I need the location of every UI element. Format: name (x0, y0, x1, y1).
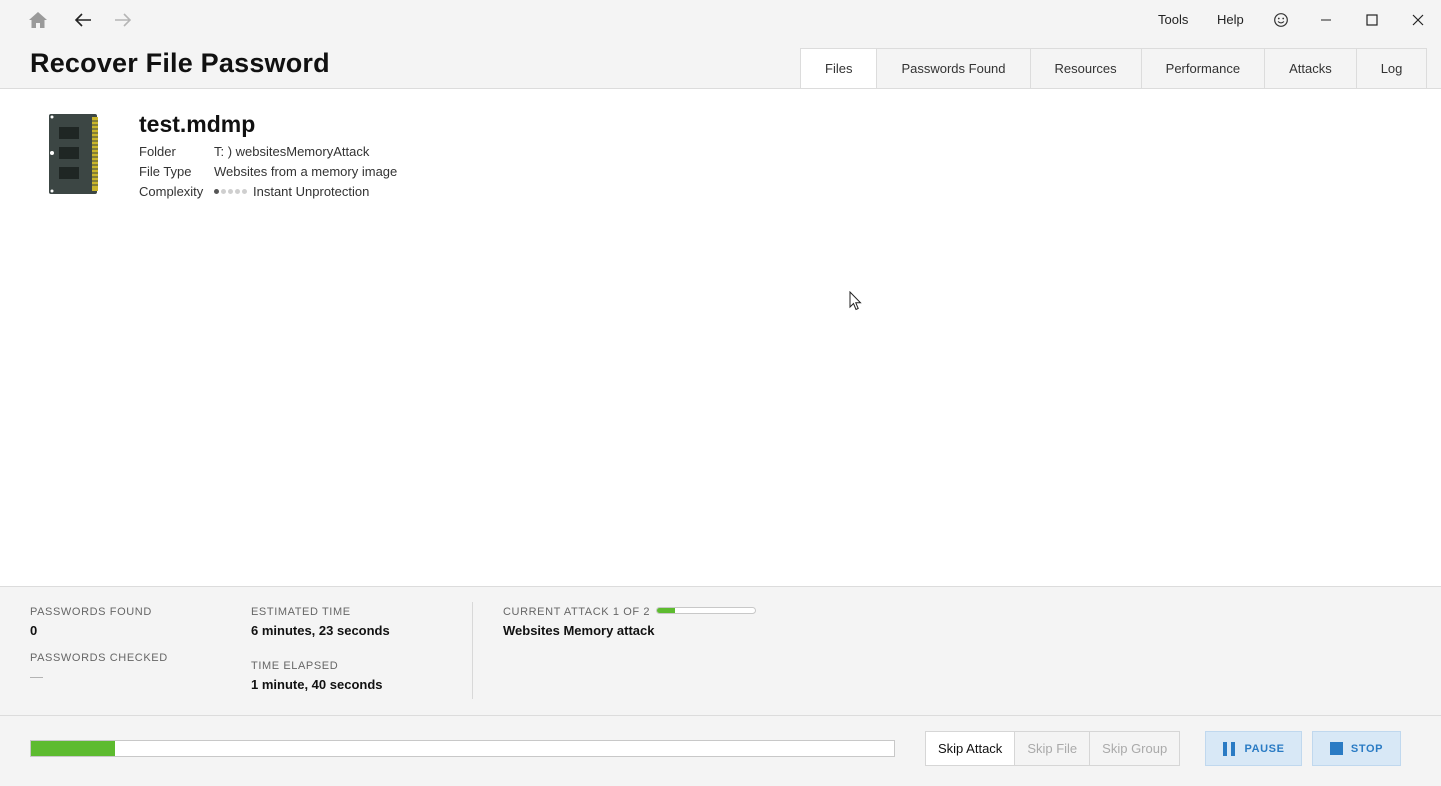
tab-bar: Files Passwords Found Resources Performa… (800, 48, 1428, 89)
maximize-icon (1366, 14, 1378, 26)
complexity-dot (228, 189, 233, 194)
skip-attack-button[interactable]: Skip Attack (925, 731, 1016, 766)
time-elapsed-label: TIME ELAPSED (251, 660, 339, 672)
overall-progress-bar (30, 740, 895, 757)
stats-divider (472, 602, 473, 699)
attack-progress-fill (657, 608, 675, 613)
files-panel: test.mdmp Folder T: ) websitesMemoryAtta… (0, 88, 1441, 587)
attack-progress-bar (656, 607, 756, 614)
complexity-value: Instant Unprotection (253, 184, 370, 199)
tab-attacks[interactable]: Attacks (1265, 48, 1357, 89)
minimize-icon (1321, 19, 1331, 21)
estimated-time-label: ESTIMATED TIME (251, 606, 351, 618)
complexity-dot (214, 189, 219, 194)
passwords-checked-label: PASSWORDS CHECKED (30, 652, 168, 664)
tab-log[interactable]: Log (1356, 48, 1428, 89)
stop-label: STOP (1350, 742, 1384, 755)
feedback-button[interactable] (1269, 8, 1293, 32)
complexity-label: Complexity (139, 184, 204, 199)
pause-button[interactable]: PAUSE (1205, 731, 1302, 766)
action-bar: Skip Attack Skip File Skip Group PAUSE S… (0, 716, 1441, 786)
mouse-cursor-icon (849, 291, 862, 311)
close-button[interactable] (1406, 8, 1430, 32)
close-icon (1412, 14, 1424, 26)
forward-button[interactable] (111, 8, 135, 32)
page-title: Recover File Password (30, 48, 330, 78)
current-attack-label: CURRENT ATTACK 1 OF 2 (503, 606, 651, 618)
passwords-found-value: 0 (30, 623, 38, 638)
complexity-dot (221, 189, 226, 194)
file-name: test.mdmp (139, 111, 256, 137)
skip-group-button[interactable]: Skip Group (1090, 731, 1181, 766)
pause-icon (1222, 741, 1236, 756)
pause-label: PAUSE (1244, 742, 1285, 755)
home-button[interactable] (26, 8, 50, 32)
complexity-dot (235, 189, 240, 194)
stop-button[interactable]: STOP (1312, 731, 1401, 766)
title-bar: Tools Help (0, 0, 1441, 40)
file-type-row: File Type Websites from a memory image (139, 164, 397, 179)
menu-help[interactable]: Help (1217, 12, 1244, 27)
stop-icon (1329, 742, 1343, 755)
minimize-button[interactable] (1314, 8, 1338, 32)
maximize-button[interactable] (1360, 8, 1384, 32)
skip-file-button[interactable]: Skip File (1015, 731, 1091, 766)
file-type-label: File Type (139, 164, 192, 179)
complexity-row: Complexity Instant Unprotection (139, 184, 369, 199)
estimated-time-value: 6 minutes, 23 seconds (251, 623, 390, 638)
arrow-left-icon (74, 13, 91, 27)
folder-value: T: ) websitesMemoryAttack (214, 144, 370, 159)
passwords-found-label: PASSWORDS FOUND (30, 606, 152, 618)
tab-files[interactable]: Files (800, 48, 878, 89)
tab-passwords-found[interactable]: Passwords Found (877, 48, 1031, 89)
folder-row: Folder T: ) websitesMemoryAttack (139, 144, 369, 159)
back-button[interactable] (71, 8, 95, 32)
smiley-icon (1274, 13, 1288, 27)
memory-module-icon (48, 113, 100, 195)
time-elapsed-value: 1 minute, 40 seconds (251, 677, 383, 692)
overall-progress-fill (31, 741, 115, 756)
arrow-right-icon (115, 13, 132, 27)
status-panel: PASSWORDS FOUND 0 PASSWORDS CHECKED — ES… (0, 588, 1441, 716)
menu-tools[interactable]: Tools (1158, 12, 1188, 27)
tab-performance[interactable]: Performance (1141, 48, 1266, 89)
tab-resources[interactable]: Resources (1030, 48, 1142, 89)
file-type-value: Websites from a memory image (214, 164, 398, 179)
current-attack-value: Websites Memory attack (503, 623, 655, 638)
complexity-dot (242, 189, 247, 194)
home-icon (29, 12, 47, 28)
complexity-rating (214, 189, 247, 194)
folder-label: Folder (139, 144, 176, 159)
skip-button-group: Skip Attack Skip File Skip Group (925, 731, 1181, 766)
passwords-checked-value: — (30, 669, 43, 684)
